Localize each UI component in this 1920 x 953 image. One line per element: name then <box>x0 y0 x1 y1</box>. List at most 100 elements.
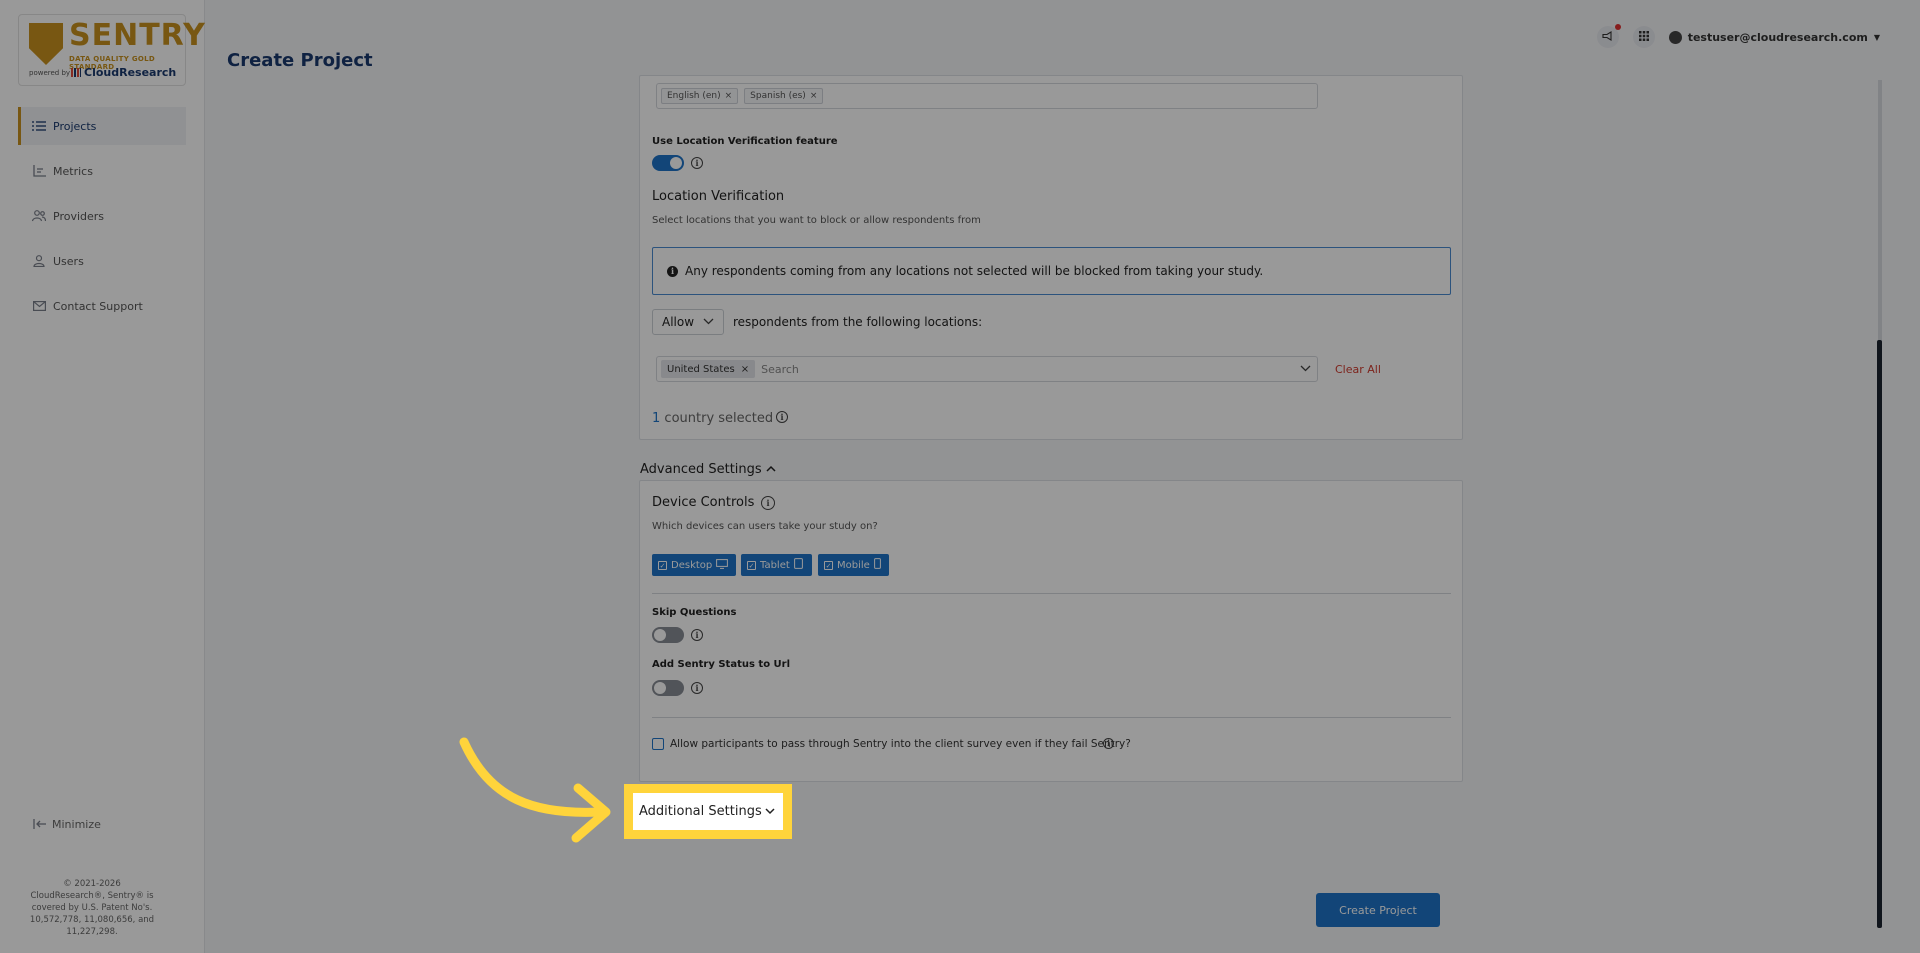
languages-field[interactable]: English (en) × Spanish (es) × <box>656 83 1318 109</box>
page-title: Create Project <box>227 50 373 71</box>
advanced-settings-toggle[interactable]: Advanced Settings <box>640 462 776 477</box>
country-count-suffix: country selected <box>664 411 774 426</box>
mobile-icon <box>873 558 881 572</box>
location-verification-help: Select locations that you want to block … <box>652 215 981 226</box>
minimize-button[interactable]: Minimize <box>32 817 101 831</box>
country-count: 1 country selected <box>652 411 773 426</box>
additional-settings-toggle[interactable]: Additional Settings <box>624 784 792 839</box>
desktop-icon <box>716 558 729 572</box>
language-chip[interactable]: English (en) × <box>661 88 739 104</box>
location-alert: i Any respondents coming from any locati… <box>652 247 1451 295</box>
allow-block-select[interactable]: Allow <box>652 309 724 335</box>
people-icon <box>32 209 46 223</box>
device-toggle-desktop[interactable]: ✓ Desktop <box>652 554 736 576</box>
sidebar-item-contact-support[interactable]: Contact Support <box>18 287 186 325</box>
add-status-label: Add Sentry Status to Url <box>652 659 791 670</box>
close-icon[interactable]: × <box>810 91 818 101</box>
user-email: testuser@cloudresearch.com <box>1687 30 1868 44</box>
sidebar: SENTRY DATA QUALITY GOLD STANDARD powere… <box>0 0 205 953</box>
sidebar-item-users[interactable]: Users <box>18 242 186 280</box>
sidebar-item-providers[interactable]: Providers <box>18 197 186 235</box>
chip-label: United States <box>667 363 735 375</box>
topbar: testuser@cloudresearch.com ▼ <box>1596 24 1880 48</box>
advanced-settings-label: Advanced Settings <box>640 462 762 477</box>
user-avatar-icon <box>1668 30 1682 44</box>
device-controls-help: Which devices can users take your study … <box>652 521 878 532</box>
minimize-label: Minimize <box>52 817 101 831</box>
add-status-toggle[interactable] <box>652 680 684 696</box>
skip-questions-toggle[interactable] <box>652 627 684 643</box>
apps-grid-button[interactable] <box>1632 26 1655 48</box>
grid-icon <box>1638 30 1649 44</box>
sidebar-item-label: Contact Support <box>53 299 143 313</box>
location-verification-toggle[interactable] <box>652 155 684 171</box>
info-icon[interactable]: i <box>691 682 703 694</box>
announcements-button[interactable] <box>1596 24 1621 48</box>
device-toggle-tablet[interactable]: ✓ Tablet <box>741 554 812 576</box>
info-icon[interactable]: i <box>691 629 703 641</box>
pass-through-label: Allow participants to pass through Sentr… <box>670 738 1131 750</box>
sidebar-item-label: Providers <box>53 209 105 223</box>
cloudresearch-logo: CloudResearch <box>71 66 176 79</box>
device-controls-heading: Device Controls <box>652 495 755 510</box>
collapse-left-icon <box>32 817 46 831</box>
chevron-up-icon <box>766 462 776 477</box>
scrollbar-thumb[interactable] <box>1877 340 1882 928</box>
tablet-icon <box>793 558 803 572</box>
checkbox-checked-icon: ✓ <box>658 560 667 570</box>
allow-suffix-text: respondents from the following locations… <box>733 315 983 329</box>
chevron-down-icon <box>703 315 714 330</box>
user-menu[interactable]: testuser@cloudresearch.com ▼ <box>1668 30 1880 44</box>
close-icon[interactable]: × <box>741 364 749 375</box>
device-toggle-mobile[interactable]: ✓ Mobile <box>818 554 889 576</box>
create-project-button[interactable]: Create Project <box>1316 893 1440 927</box>
location-chip[interactable]: United States × <box>661 360 756 378</box>
chevron-down-icon <box>765 804 775 819</box>
shield-icon <box>29 23 63 65</box>
sidebar-item-projects[interactable]: Projects <box>18 107 186 145</box>
cloudresearch-text: CloudResearch <box>84 66 177 79</box>
toggle-knob <box>670 157 682 169</box>
country-count-number: 1 <box>652 411 661 426</box>
bar-chart-icon <box>32 164 46 178</box>
info-filled-icon: i <box>667 265 678 277</box>
divider <box>652 717 1451 718</box>
megaphone-icon <box>1602 30 1613 44</box>
list-icon <box>32 119 46 133</box>
location-verification-toggle-label: Use Location Verification feature <box>652 136 838 147</box>
mail-icon <box>32 299 46 313</box>
powered-by-text: powered by <box>29 69 71 77</box>
cloudresearch-bars-icon <box>71 68 81 77</box>
caret-down-icon: ▼ <box>1873 32 1880 42</box>
sentry-logo[interactable]: SENTRY DATA QUALITY GOLD STANDARD powere… <box>18 14 205 86</box>
location-search-input[interactable]: Search <box>761 363 799 376</box>
sidebar-item-label: Metrics <box>53 164 93 178</box>
chevron-down-icon[interactable] <box>1300 362 1311 377</box>
checkbox-checked-icon: ✓ <box>747 560 756 570</box>
alert-text: Any respondents coming from any location… <box>685 264 1264 278</box>
device-label: Mobile <box>837 559 870 571</box>
language-chip[interactable]: Spanish (es) × <box>744 88 824 104</box>
pass-through-checkbox[interactable] <box>652 738 664 750</box>
device-label: Desktop <box>671 559 713 571</box>
sidebar-item-label: Users <box>53 254 84 268</box>
additional-settings-label: Additional Settings <box>639 804 762 819</box>
select-value: Allow <box>662 315 695 329</box>
toggle-knob <box>654 682 666 694</box>
locations-select[interactable]: United States × Search <box>656 356 1318 382</box>
info-icon[interactable]: i <box>1103 738 1114 749</box>
location-verification-heading: Location Verification <box>652 189 785 204</box>
sidebar-item-label: Projects <box>53 119 97 133</box>
callout-arrow-icon <box>459 737 611 843</box>
copyright-text: © 2021-2026 CloudResearch®, Sentry® is c… <box>29 879 155 937</box>
device-label: Tablet <box>760 559 790 571</box>
close-icon[interactable]: × <box>725 91 733 101</box>
info-icon[interactable]: i <box>776 411 788 423</box>
clear-all-button[interactable]: Clear All <box>1335 363 1381 376</box>
user-icon <box>32 254 46 268</box>
sidebar-item-metrics[interactable]: Metrics <box>18 152 186 190</box>
info-icon[interactable]: i <box>761 496 775 510</box>
chip-label: Spanish (es) <box>750 91 806 101</box>
checkbox-checked-icon: ✓ <box>824 560 833 570</box>
info-icon[interactable]: i <box>691 157 703 169</box>
